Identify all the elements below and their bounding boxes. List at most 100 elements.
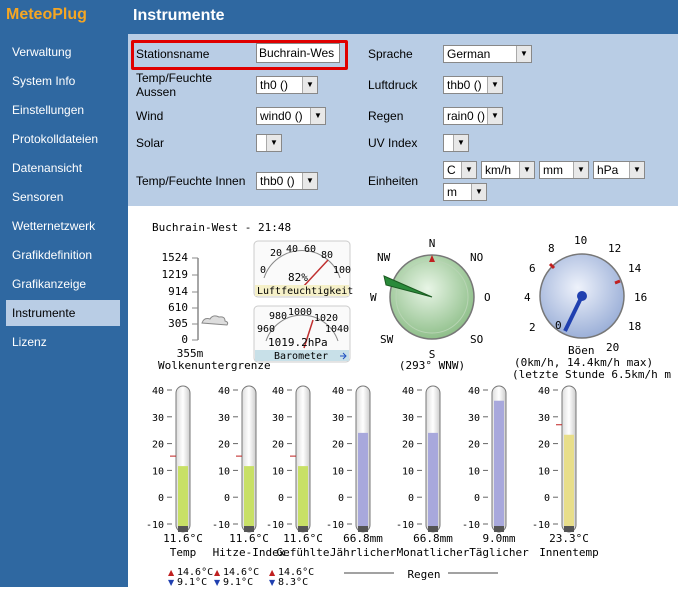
scale-tick: 10 — [468, 466, 480, 477]
wind-select[interactable]: wind0 () ▼ — [256, 107, 326, 125]
tube-label: Monatlicher — [397, 546, 470, 559]
sidebar-item-verwaltung[interactable]: Verwaltung — [6, 39, 120, 65]
gust-tick: 2 — [529, 321, 536, 334]
temp-feuchte-aussen-select[interactable]: th0 () ▼ — [256, 76, 318, 94]
wind-direction-value: (293° WNW) — [399, 359, 465, 372]
tube-fill — [428, 432, 438, 530]
sidebar-item-einstellungen[interactable]: Einstellungen — [6, 97, 120, 123]
sidebar-item-system-info[interactable]: System Info — [6, 68, 120, 94]
cloud-tick: 305 — [168, 317, 188, 330]
barometer-tick: 960 — [257, 324, 275, 335]
compass-dir: NW — [377, 251, 391, 264]
sidebar-item-wetternetzwerk[interactable]: Wetternetzwerk — [6, 213, 120, 239]
chevron-down-icon: ▼ — [302, 77, 317, 93]
gust-tick: 0 — [555, 319, 562, 332]
scale-tick: -10 — [146, 520, 164, 531]
scale-tick: 30 — [402, 413, 414, 424]
temp-min: 9.1°C — [177, 577, 207, 587]
solar-select[interactable]: ▼ — [256, 134, 282, 152]
select-value: km/h — [485, 163, 512, 177]
sidebar-item-grafikanzeige[interactable]: Grafikanzeige — [6, 271, 120, 297]
highlight-box — [131, 40, 348, 70]
scale-tick: 20 — [272, 440, 284, 451]
humidity-tick: 0 — [260, 265, 266, 276]
scale-tick: 40 — [272, 386, 284, 397]
humidity-tick: 80 — [321, 250, 333, 261]
sidebar-item-datenansicht[interactable]: Datenansicht — [6, 155, 120, 181]
instrument-tube: 40 30 20 10 0 -1011.6°CTemp — [146, 385, 203, 559]
tube-label: Jährlicher — [330, 546, 397, 559]
tube-fill — [244, 466, 254, 530]
select-value: C — [447, 163, 456, 177]
gust-tick: 10 — [574, 234, 587, 247]
page-title: Instrumente — [133, 7, 225, 24]
sprache-label: Sprache — [368, 47, 413, 61]
sidebar-item-instrumente[interactable]: Instrumente — [6, 300, 120, 326]
select-value: wind0 () — [260, 109, 303, 123]
gust-tick: 16 — [634, 291, 647, 304]
sidebar-item-sensoren[interactable]: Sensoren — [6, 184, 120, 210]
scale-tick: -10 — [462, 520, 480, 531]
select-value: mm — [543, 163, 563, 177]
gust-line2: (letzte Stunde 6.5km/h m — [512, 368, 671, 381]
scale-tick: 10 — [272, 466, 284, 477]
luftdruck-select[interactable]: thb0 () ▼ — [443, 76, 503, 94]
select-value: thb0 () — [260, 174, 295, 188]
gust-tick: 4 — [524, 291, 531, 304]
scale-tick: 30 — [332, 413, 344, 424]
compass-dir: SW — [380, 333, 394, 346]
tube-fill — [494, 400, 504, 530]
chevron-down-icon: ▼ — [573, 162, 588, 178]
temp-feuchte-innen-select[interactable]: thb0 () ▼ — [256, 172, 318, 190]
tube-value: 23.3°C — [549, 532, 589, 545]
instrument-tube: 40 30 20 10 0 -109.0mmTäglicher — [462, 385, 529, 559]
sprache-select[interactable]: German ▼ — [443, 45, 532, 63]
gust-tick: 6 — [529, 262, 536, 275]
einheit-druck-select[interactable]: hPa ▼ — [593, 161, 645, 179]
scale-tick: 40 — [402, 386, 414, 397]
tube-label: Täglicher — [469, 546, 529, 559]
scale-tick: -10 — [396, 520, 414, 531]
instrument-tube: 40 30 20 10 0 -1023.3°CInnentemp — [532, 385, 599, 559]
chevron-down-icon: ▼ — [519, 162, 534, 178]
scale-tick: 10 — [538, 466, 550, 477]
scale-tick: -10 — [266, 520, 284, 531]
scale-tick: 20 — [152, 440, 164, 451]
scale-tick: 10 — [218, 466, 230, 477]
gust-tick: 18 — [628, 320, 641, 333]
regen-select[interactable]: rain0 () ▼ — [443, 107, 503, 125]
humidity-label: Luftfeuchtigkeit — [257, 286, 353, 297]
scale-tick: 10 — [332, 466, 344, 477]
instrument-tube: 40 30 20 10 0 -1066.8mmJährlicher — [326, 385, 397, 559]
scale-tick: 30 — [218, 413, 230, 424]
scale-tick: 10 — [402, 466, 414, 477]
max-icon: ▲ — [269, 568, 276, 577]
uv-index-select[interactable]: ▼ — [443, 134, 469, 152]
scale-tick: -10 — [532, 520, 550, 531]
scale-tick: -10 — [326, 520, 344, 531]
tube-fill — [358, 432, 368, 530]
einheiten-label: Einheiten — [368, 174, 419, 188]
scale-tick: 0 — [408, 493, 414, 504]
chevron-down-icon: ▼ — [310, 108, 325, 124]
tube-value: 11.6°C — [163, 532, 203, 545]
einheit-regen-select[interactable]: mm ▼ — [539, 161, 589, 179]
gust-tick: 14 — [628, 262, 642, 275]
einheit-temp-select[interactable]: C ▼ — [443, 161, 477, 179]
sidebar-item-lizenz[interactable]: Lizenz — [6, 329, 120, 355]
barometer-gauge: 960 980 1000 1020 1040 1019.2hPa Baromet… — [253, 305, 351, 363]
tube-value: 66.8mm — [343, 532, 383, 545]
scale-tick: 20 — [332, 440, 344, 451]
sidebar-item-protokolldateien[interactable]: Protokolldateien — [6, 126, 120, 152]
barometer-tick: 1000 — [288, 307, 312, 318]
scale-tick: -10 — [212, 520, 230, 531]
humidity-tick: 100 — [333, 265, 351, 276]
einheit-hoehe-select[interactable]: m ▼ — [443, 183, 487, 201]
tube-label: Gefühlte — [277, 546, 330, 559]
tube-fill — [564, 434, 574, 530]
einheit-wind-select[interactable]: km/h ▼ — [481, 161, 535, 179]
scale-tick: 10 — [152, 466, 164, 477]
wind-compass: N NO O SO S SW W NW (293° WNW) — [370, 237, 491, 372]
barometer-tick: 1020 — [314, 313, 338, 324]
sidebar-item-grafikdefinition[interactable]: Grafikdefinition — [6, 242, 120, 268]
